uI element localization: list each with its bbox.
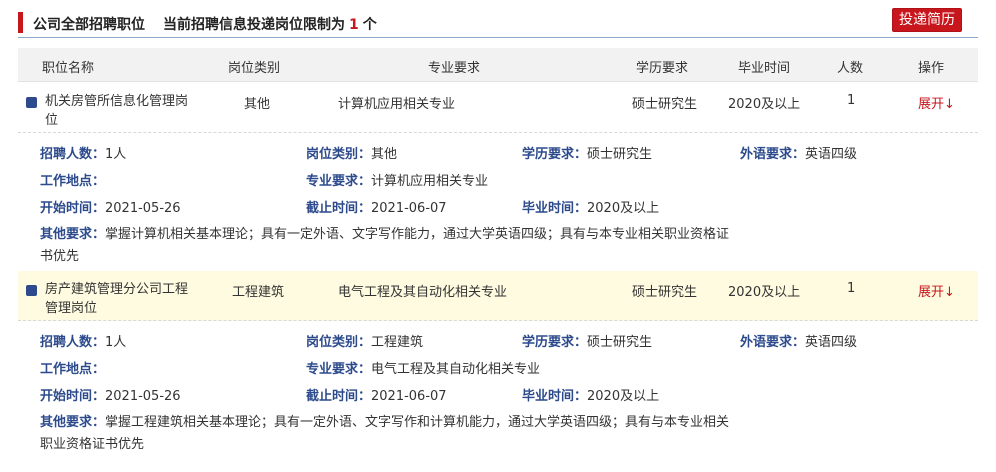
detail-location: 工作地点： — [40, 362, 106, 377]
detail-graduation: 毕业时间：2020及以上 — [522, 201, 660, 216]
details-line: 招聘人数：1人 岗位类别：工程建筑 学历要求：硕士研究生 外语要求：英语四级 — [40, 331, 857, 351]
application-limit-notice: 当前招聘信息投递岗位限制为 1 个 — [163, 14, 377, 34]
column-header-graduation: 毕业时间 — [738, 61, 791, 76]
expand-link[interactable]: 展开↓ — [918, 93, 955, 112]
table-header: 职位名称 岗位类别 专业要求 学历要求 毕业时间 人数 操作 — [18, 48, 978, 82]
header-accent-bar — [18, 12, 23, 33]
table-row[interactable]: 房产建筑管理分公司工程管理岗位 工程建筑 电气工程及其自动化相关专业 硕士研究生… — [18, 271, 978, 321]
position-headcount: 1 — [847, 93, 856, 108]
notice-suffix: 个 — [362, 17, 377, 33]
details-line: 工作地点： 专业要求：电气工程及其自动化相关专业 — [40, 358, 760, 378]
detail-major: 专业要求：电气工程及其自动化相关专业 — [306, 362, 541, 377]
detail-category: 岗位类别：工程建筑 — [306, 335, 424, 350]
column-header-category: 岗位类别 — [228, 61, 281, 76]
detail-education: 学历要求：硕士研究生 — [522, 335, 653, 350]
detail-headcount: 招聘人数：1人 — [40, 335, 127, 350]
position-graduation: 2020及以上 — [728, 97, 801, 112]
column-header-major: 专业要求 — [428, 61, 481, 76]
detail-end-date: 截止时间：2021-06-07 — [306, 389, 447, 404]
notice-prefix: 当前招聘信息投递岗位限制为 — [163, 17, 345, 33]
position-name: 机关房管所信息化管理岗位 — [45, 94, 189, 128]
detail-location: 工作地点： — [40, 174, 106, 189]
position-education: 硕士研究生 — [632, 285, 698, 300]
detail-category: 岗位类别：其他 — [306, 147, 398, 162]
column-header-action: 操作 — [918, 61, 945, 76]
details-line: 开始时间：2021-05-26 截止时间：2021-06-07 毕业时间：202… — [40, 385, 760, 405]
column-header-education: 学历要求 — [636, 61, 689, 76]
detail-start-date: 开始时间：2021-05-26 — [40, 201, 181, 216]
detail-end-date: 截止时间：2021-06-07 — [306, 201, 447, 216]
details-line: 开始时间：2021-05-26 截止时间：2021-06-07 毕业时间：202… — [40, 197, 760, 217]
section-header: 公司全部招聘职位 当前招聘信息投递岗位限制为 1 个 投递简历 — [18, 8, 978, 38]
position-education: 硕士研究生 — [632, 97, 698, 112]
submit-resume-button[interactable]: 投递简历 — [892, 8, 962, 32]
detail-start-date: 开始时间：2021-05-26 — [40, 389, 181, 404]
position-major: 计算机应用相关专业 — [338, 97, 456, 112]
position-name: 房产建筑管理分公司工程管理岗位 — [45, 282, 189, 316]
detail-language: 外语要求：英语四级 — [740, 335, 858, 350]
detail-graduation: 毕业时间：2020及以上 — [522, 389, 660, 404]
column-header-position-name: 职位名称 — [42, 61, 95, 76]
row-marker-icon — [26, 97, 37, 108]
position-category: 工程建筑 — [232, 285, 285, 300]
position-headcount: 1 — [847, 281, 856, 296]
detail-education: 学历要求：硕士研究生 — [522, 147, 653, 162]
position-category: 其他 — [244, 97, 271, 112]
detail-headcount: 招聘人数：1人 — [40, 147, 127, 162]
details-line: 工作地点： 专业要求：计算机应用相关专业 — [40, 170, 760, 190]
details-line: 招聘人数：1人 岗位类别：其他 学历要求：硕士研究生 外语要求：英语四级 — [40, 143, 857, 163]
detail-language: 外语要求：英语四级 — [740, 147, 858, 162]
detail-other-requirements: 其他要求：掌握工程建筑相关基本理论；具有一定外语、文字写作和计算机能力，通过大学… — [40, 415, 730, 452]
column-header-headcount: 人数 — [837, 61, 864, 76]
notice-count: 1 — [349, 17, 359, 33]
expand-link[interactable]: 展开↓ — [918, 281, 955, 300]
position-major: 电气工程及其自动化相关专业 — [338, 285, 508, 300]
table-row[interactable]: 机关房管所信息化管理岗位 其他 计算机应用相关专业 硕士研究生 2020及以上 … — [18, 83, 978, 133]
position-graduation: 2020及以上 — [728, 285, 801, 300]
detail-other-requirements: 其他要求：掌握计算机相关基本理论；具有一定外语、文字写作能力，通过大学英语四级；… — [40, 227, 730, 264]
section-title: 公司全部招聘职位 — [33, 17, 145, 33]
row-marker-icon — [26, 285, 37, 296]
detail-major: 专业要求：计算机应用相关专业 — [306, 174, 489, 189]
